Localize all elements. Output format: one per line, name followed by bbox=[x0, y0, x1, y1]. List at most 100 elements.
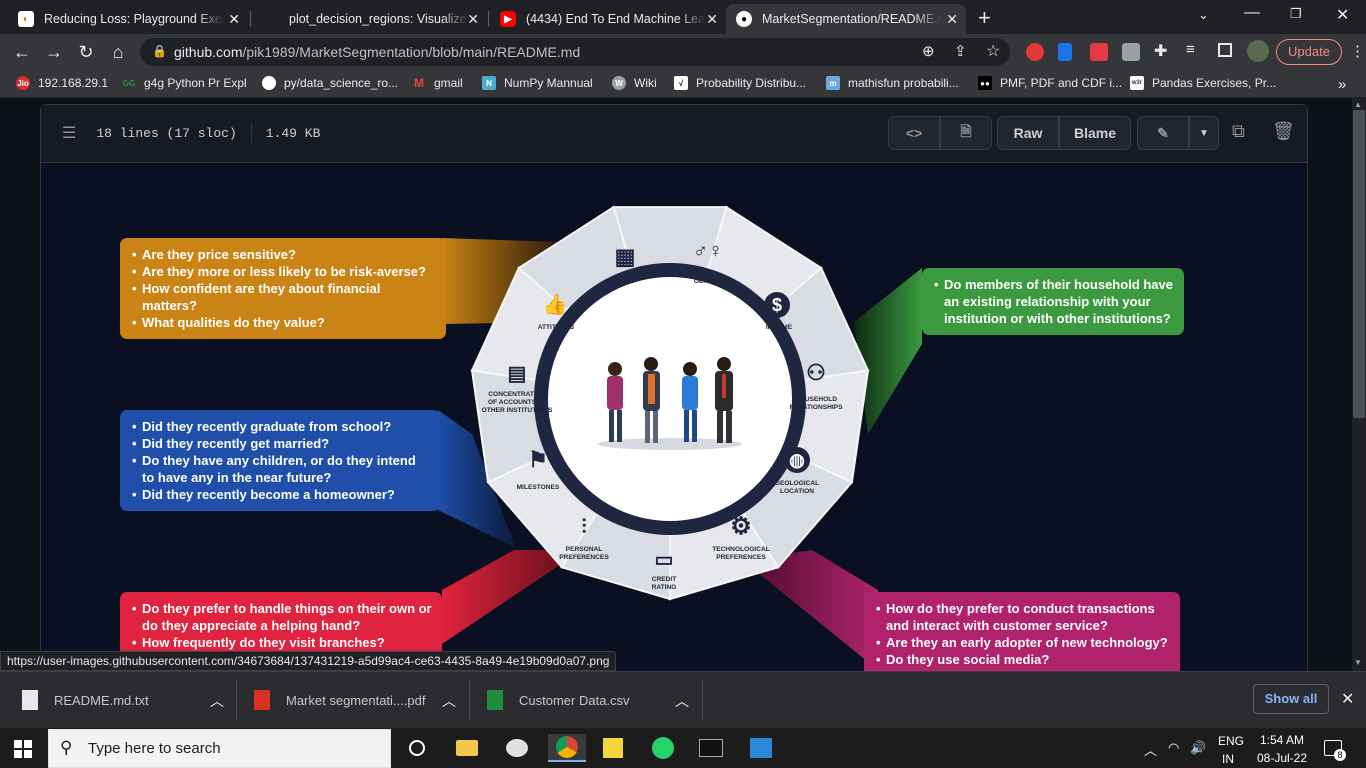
share-icon[interactable]: ⇪ bbox=[954, 42, 967, 60]
whatsapp-icon[interactable] bbox=[648, 734, 678, 762]
language-indicator[interactable]: ENG IN bbox=[1218, 734, 1244, 766]
colab-icon: ◐ bbox=[18, 11, 34, 27]
media-control-icon[interactable]: ≡ bbox=[1186, 41, 1195, 58]
chevron-up-icon[interactable]: ︿ bbox=[210, 691, 224, 711]
sliders-icon: ⫶ bbox=[581, 516, 587, 538]
volume-icon[interactable]: 🔊 bbox=[1190, 740, 1206, 756]
close-icon[interactable]: ✕ bbox=[706, 11, 718, 28]
question-item: Did they recently get married? bbox=[132, 435, 430, 452]
mathisfun-icon: m bbox=[826, 76, 840, 90]
sticky-notes-icon[interactable] bbox=[598, 734, 628, 762]
url-text: github.com/pik1989/MarketSegmentation/bl… bbox=[174, 44, 580, 60]
thumbs-icon: 👍 bbox=[542, 294, 568, 316]
gear-icon: ⚙ bbox=[730, 513, 752, 540]
tab-reducing-loss[interactable]: ◐ Reducing Loss: Playground Exerci ✕ bbox=[8, 4, 248, 34]
bookmark-item[interactable]: m mathisfun probabili... bbox=[826, 76, 959, 90]
task-view-icon[interactable] bbox=[402, 734, 432, 762]
file-explorer-icon[interactable] bbox=[452, 734, 482, 762]
close-icon[interactable]: ✕ bbox=[946, 11, 958, 28]
technological-box: How do they prefer to conduct transactio… bbox=[864, 592, 1180, 671]
attitudes-box: Are they price sensitive? Are they more … bbox=[120, 238, 446, 339]
window-close-icon[interactable]: ✕ bbox=[1336, 5, 1349, 25]
wifi-icon[interactable]: ◠ bbox=[1168, 740, 1179, 756]
forward-icon[interactable]: → bbox=[42, 40, 66, 64]
update-button[interactable]: Update bbox=[1276, 39, 1342, 65]
bookmark-label: NumPy Mannual bbox=[504, 76, 593, 90]
tab-market-segmentation[interactable]: ● MarketSegmentation/README.m ✕ bbox=[726, 4, 966, 34]
chrome-icon[interactable] bbox=[548, 734, 586, 762]
tab-plot-decision-regions[interactable]: plot_decision_regions: Visualize t ✕ bbox=[253, 4, 487, 34]
profile-avatar[interactable] bbox=[1247, 40, 1269, 62]
extension-blue-icon[interactable] bbox=[1058, 43, 1072, 61]
readme-image[interactable]: ▦ AGE ♂♀ GENDER $ INCOME ⚇ HOUSEHOLD REL… bbox=[42, 164, 1306, 671]
clock[interactable]: 1:54 AM 08-Jul-22 bbox=[1256, 733, 1308, 765]
extension-gray-icon[interactable] bbox=[1122, 43, 1140, 61]
divider bbox=[469, 680, 470, 720]
edit-button[interactable]: ✎ bbox=[1137, 116, 1189, 150]
personal-box: Do they prefer to handle things on their… bbox=[120, 592, 442, 659]
restore-icon[interactable]: ❐ bbox=[1290, 6, 1302, 22]
new-tab-icon[interactable]: + bbox=[978, 5, 991, 31]
bookmark-item[interactable]: W Wiki bbox=[612, 76, 657, 90]
side-panel-icon[interactable] bbox=[1218, 43, 1232, 57]
extensions-puzzle-icon[interactable]: ✚ bbox=[1154, 41, 1167, 61]
close-icon[interactable]: ✕ bbox=[228, 11, 240, 28]
scroll-down-icon[interactable]: ▼ bbox=[1354, 658, 1362, 667]
photos-icon[interactable] bbox=[746, 734, 776, 762]
copy-icon[interactable]: ⧉ bbox=[1232, 121, 1245, 142]
bookmark-item[interactable]: Mgmail bbox=[412, 76, 463, 90]
edit-dropdown-button[interactable]: ▼ bbox=[1189, 116, 1219, 150]
tab-search-icon[interactable]: ⌄ bbox=[1198, 7, 1209, 23]
zoom-icon[interactable]: ⊕ bbox=[922, 42, 935, 60]
tray-expand-icon[interactable]: ︿ bbox=[1144, 740, 1157, 759]
tab-title: plot_decision_regions: Visualize t bbox=[289, 12, 469, 26]
minimize-icon[interactable]: — bbox=[1244, 4, 1260, 22]
paint-icon[interactable] bbox=[502, 734, 532, 762]
outline-icon[interactable]: ☰ bbox=[62, 123, 76, 143]
bookmark-item[interactable]: √ Probability Distribu... bbox=[674, 76, 806, 90]
file-size: 1.49 KB bbox=[265, 125, 321, 141]
menu-kebab-icon[interactable]: ⋮ bbox=[1350, 42, 1365, 60]
close-download-bar-icon[interactable]: ✕ bbox=[1341, 689, 1354, 709]
chevron-up-icon[interactable]: ︿ bbox=[675, 691, 689, 711]
blame-button[interactable]: Blame bbox=[1059, 116, 1131, 150]
bookmark-item[interactable]: w3r Pandas Exercises, Pr... bbox=[1130, 76, 1276, 90]
jio-icon: Jio bbox=[16, 76, 30, 90]
file-icon: 🗎 bbox=[960, 123, 972, 139]
bookmark-item[interactable]: ●● PMF, PDF and CDF i... bbox=[978, 76, 1122, 90]
raw-button[interactable]: Raw bbox=[997, 116, 1059, 150]
scrollbar-thumb[interactable] bbox=[1353, 110, 1365, 418]
bookmarks-overflow-icon[interactable]: » bbox=[1338, 76, 1346, 93]
household-connector bbox=[854, 268, 922, 434]
bookmark-item[interactable]: GG g4g Python Pr Expl bbox=[122, 76, 247, 90]
time: 1:54 AM bbox=[1259, 733, 1305, 747]
bookmark-item[interactable]: N NumPy Mannual bbox=[482, 76, 593, 90]
bookmark-item[interactable]: py/data_science_ro... bbox=[262, 76, 398, 90]
display-rendered-button[interactable]: 🗎 bbox=[940, 116, 992, 150]
back-icon[interactable]: ← bbox=[10, 40, 34, 64]
show-all-button[interactable]: Show all bbox=[1253, 684, 1329, 714]
download-item[interactable]: Market segmentati....pdf ︿ bbox=[254, 681, 466, 719]
display-source-button[interactable]: <> bbox=[888, 116, 940, 150]
globe-icon: ◍ bbox=[784, 447, 810, 473]
question-item: Do they have any children, or do they in… bbox=[132, 452, 430, 486]
scroll-up-icon[interactable]: ▲ bbox=[1354, 100, 1362, 109]
bookmark-item[interactable]: Jio 192.168.29.1 bbox=[16, 76, 108, 90]
terminal-icon[interactable] bbox=[696, 734, 726, 762]
lock-icon[interactable]: 🔒 bbox=[152, 44, 167, 58]
chevron-up-icon[interactable]: ︿ bbox=[442, 691, 456, 711]
download-item[interactable]: Customer Data.csv ︿ bbox=[487, 681, 699, 719]
download-item[interactable]: README.md.txt ︿ bbox=[22, 681, 234, 719]
reload-icon[interactable]: ↻ bbox=[74, 40, 98, 64]
close-icon[interactable]: ✕ bbox=[467, 11, 479, 28]
adblock-icon[interactable] bbox=[1026, 43, 1044, 61]
segment-age: AGE bbox=[619, 278, 635, 285]
bookmark-star-icon[interactable]: ☆ bbox=[986, 41, 1000, 61]
tab-youtube[interactable]: ▶ (4434) End To End Machine Learni ✕ bbox=[490, 4, 726, 34]
question-item: Are they an early adopter of new technol… bbox=[876, 634, 1170, 651]
accounts-icon: ▤ bbox=[507, 363, 527, 385]
trash-icon[interactable]: 🗑 bbox=[1272, 121, 1295, 142]
home-icon[interactable]: ⌂ bbox=[106, 40, 130, 64]
pocket-icon[interactable] bbox=[1090, 43, 1108, 61]
windows-start-icon[interactable] bbox=[14, 740, 32, 758]
